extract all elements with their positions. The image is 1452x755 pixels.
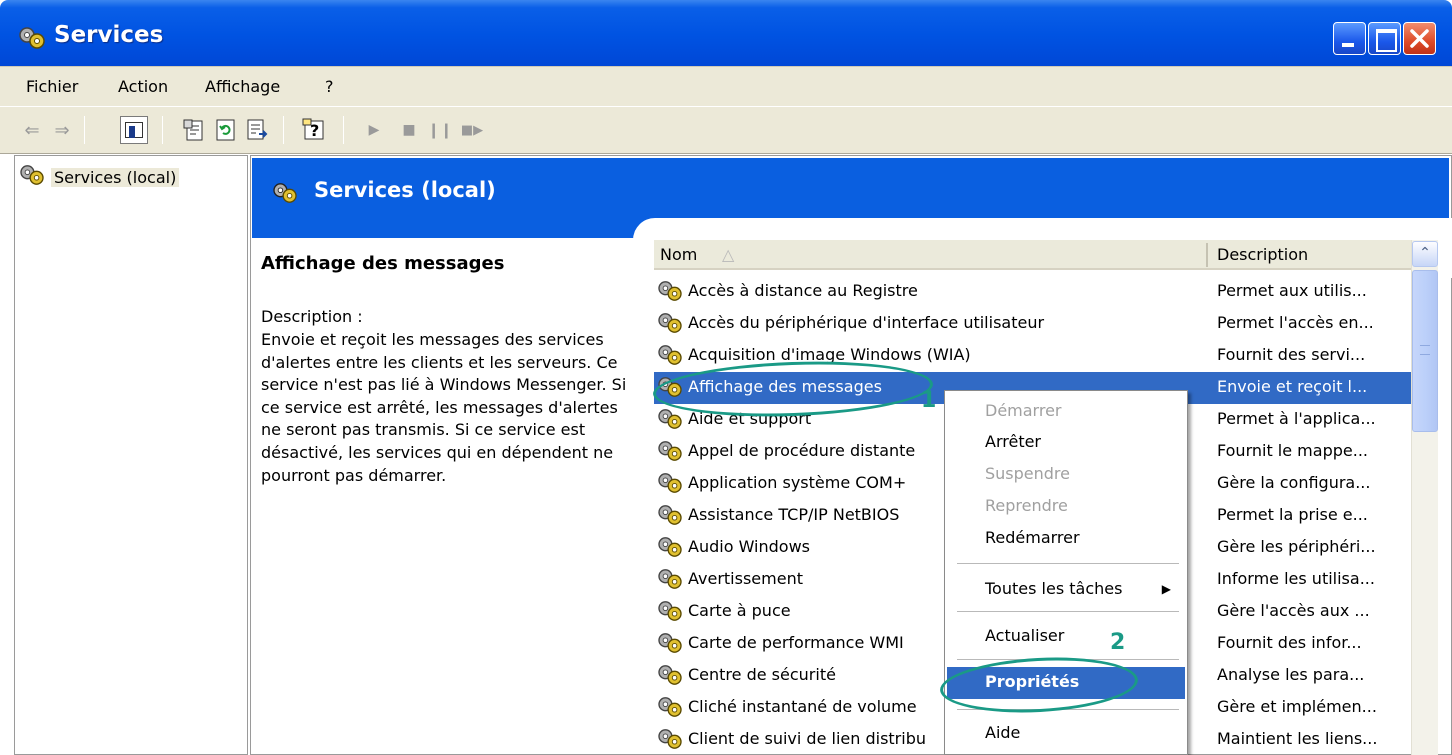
- menu-item-stop[interactable]: Arrêter: [985, 432, 1041, 451]
- service-name: Cliché instantané de volume: [688, 697, 917, 716]
- menu-action[interactable]: Action: [118, 77, 168, 96]
- service-name: Appel de procédure distante: [688, 441, 916, 460]
- stop-icon[interactable]: ■: [395, 116, 423, 144]
- close-icon: [1410, 29, 1429, 48]
- service-description: Gère la configura...: [1217, 473, 1371, 492]
- minimize-button[interactable]: [1333, 22, 1366, 55]
- toolbar-separator: [343, 116, 344, 144]
- close-button[interactable]: [1403, 22, 1436, 55]
- refresh-icon[interactable]: [212, 116, 240, 144]
- menu-item-pause[interactable]: Suspendre: [985, 464, 1070, 483]
- tree-pane: Services (local): [14, 155, 248, 755]
- service-name: Accès à distance au Registre: [688, 281, 918, 300]
- service-description: Gère les périphéri...: [1217, 537, 1376, 556]
- service-description: Fournit des servi...: [1217, 345, 1366, 364]
- column-header-description[interactable]: Description: [1217, 245, 1308, 264]
- service-gear-icon: [657, 632, 683, 658]
- service-description: Gère l'accès aux ...: [1217, 601, 1370, 620]
- service-gear-icon: [657, 312, 683, 338]
- tree-item-label: Services (local): [51, 167, 180, 187]
- service-gear-icon: [657, 280, 683, 306]
- back-arrow-icon[interactable]: ⇐: [18, 116, 46, 144]
- toolbar-separator: [84, 116, 85, 144]
- menu-affichage[interactable]: Affichage: [205, 77, 280, 96]
- service-gear-icon: [657, 472, 683, 498]
- service-description: Permet aux utilis...: [1217, 281, 1367, 300]
- service-gear-icon: [657, 568, 683, 594]
- service-row[interactable]: Accès du périphérique d'interface utilis…: [654, 308, 1411, 340]
- maximize-button[interactable]: [1368, 22, 1401, 55]
- toolbar: ⇐ ⇒ ? ▶ ■ ❙❙ ■▶: [0, 106, 1452, 154]
- toolbar-separator: [283, 116, 284, 144]
- menu-item-all-tasks[interactable]: Toutes les tâches: [985, 579, 1122, 598]
- export-list-icon[interactable]: [243, 116, 271, 144]
- service-name: Client de suivi de lien distribu: [688, 729, 926, 748]
- play-icon[interactable]: ▶: [360, 116, 388, 144]
- scroll-up-button[interactable]: ⌃: [1412, 241, 1438, 267]
- list-column-header: Nom △ Description: [654, 240, 1411, 270]
- pane-header-title: Services (local): [314, 178, 496, 202]
- submenu-arrow-icon: ▶: [1161, 582, 1171, 596]
- service-gear-icon: [657, 504, 683, 530]
- service-name: Assistance TCP/IP NetBIOS: [688, 505, 900, 524]
- service-row[interactable]: Accès à distance au Registre Permet aux u…: [654, 276, 1411, 308]
- service-name: Avertissement: [688, 569, 803, 588]
- service-gear-icon: [657, 440, 683, 466]
- restart-icon[interactable]: ■▶: [458, 116, 486, 144]
- services-gear-icon: [18, 26, 46, 50]
- window-title: Services: [54, 22, 164, 48]
- menu-item-resume[interactable]: Reprendre: [985, 496, 1068, 515]
- service-gear-icon: [657, 664, 683, 690]
- service-name: Application système COM+: [688, 473, 907, 492]
- scroll-grip-icon: [1420, 345, 1430, 355]
- service-gear-icon: [657, 536, 683, 562]
- service-gear-icon: [657, 344, 683, 370]
- toolbar-separator: [162, 116, 163, 144]
- menu-item-restart[interactable]: Redémarrer: [985, 528, 1080, 547]
- service-description: Permet la prise e...: [1217, 505, 1368, 524]
- service-gear-icon: [657, 696, 683, 722]
- service-description: Informe les utilisa...: [1217, 569, 1375, 588]
- service-name: Accès du périphérique d'interface utilis…: [688, 313, 1045, 332]
- service-name: Audio Windows: [688, 537, 810, 556]
- service-name: Centre de sécurité: [688, 665, 836, 684]
- menu-item-help[interactable]: Aide: [985, 723, 1020, 742]
- annotation-step2-label: 2: [1110, 630, 1126, 655]
- column-header-name[interactable]: Nom: [660, 245, 697, 264]
- description-label: Description :: [261, 307, 363, 326]
- description-text: Envoie et reçoit les messages des servic…: [261, 330, 627, 485]
- menu-bar: Fichier Action Affichage ?: [0, 66, 1452, 106]
- menu-item-refresh[interactable]: Actualiser: [985, 626, 1064, 645]
- sort-ascending-icon: △: [722, 245, 735, 264]
- service-description: Analyse les para...: [1217, 665, 1365, 684]
- services-gear-icon: [272, 182, 298, 208]
- menu-fichier[interactable]: Fichier: [26, 77, 78, 96]
- properties-icon[interactable]: [180, 116, 208, 144]
- service-detail-title: Affichage des messages: [261, 253, 505, 274]
- menu-help[interactable]: ?: [325, 77, 334, 96]
- service-name: Carte de performance WMI: [688, 633, 904, 652]
- forward-arrow-icon[interactable]: ⇒: [48, 116, 76, 144]
- tree-item-services-local[interactable]: Services (local): [19, 164, 180, 190]
- service-description: Fournit des infor...: [1217, 633, 1362, 652]
- service-gear-icon: [657, 408, 683, 434]
- help-icon[interactable]: ?: [300, 116, 328, 144]
- column-divider[interactable]: [1206, 243, 1208, 267]
- service-description: Permet à l'applica...: [1217, 409, 1376, 428]
- service-name: Carte à puce: [688, 601, 791, 620]
- service-description: Permet l'accès en...: [1217, 313, 1374, 332]
- annotation-step1-label: 1: [921, 388, 937, 413]
- menu-item-start[interactable]: Démarrer: [985, 401, 1062, 420]
- service-gear-icon: [657, 728, 683, 754]
- pause-icon[interactable]: ❙❙: [426, 116, 454, 144]
- menu-separator: [957, 563, 1179, 564]
- menu-separator: [957, 611, 1179, 612]
- show-hide-tree-icon[interactable]: [120, 116, 148, 144]
- service-description: Maintient les liens...: [1217, 729, 1378, 748]
- service-description: Fournit le mappe...: [1217, 441, 1368, 460]
- service-gear-icon: [657, 600, 683, 626]
- services-gear-icon: [19, 164, 45, 190]
- service-description: Gère et implémen...: [1217, 697, 1377, 716]
- service-description: Envoie et reçoit l...: [1217, 377, 1368, 396]
